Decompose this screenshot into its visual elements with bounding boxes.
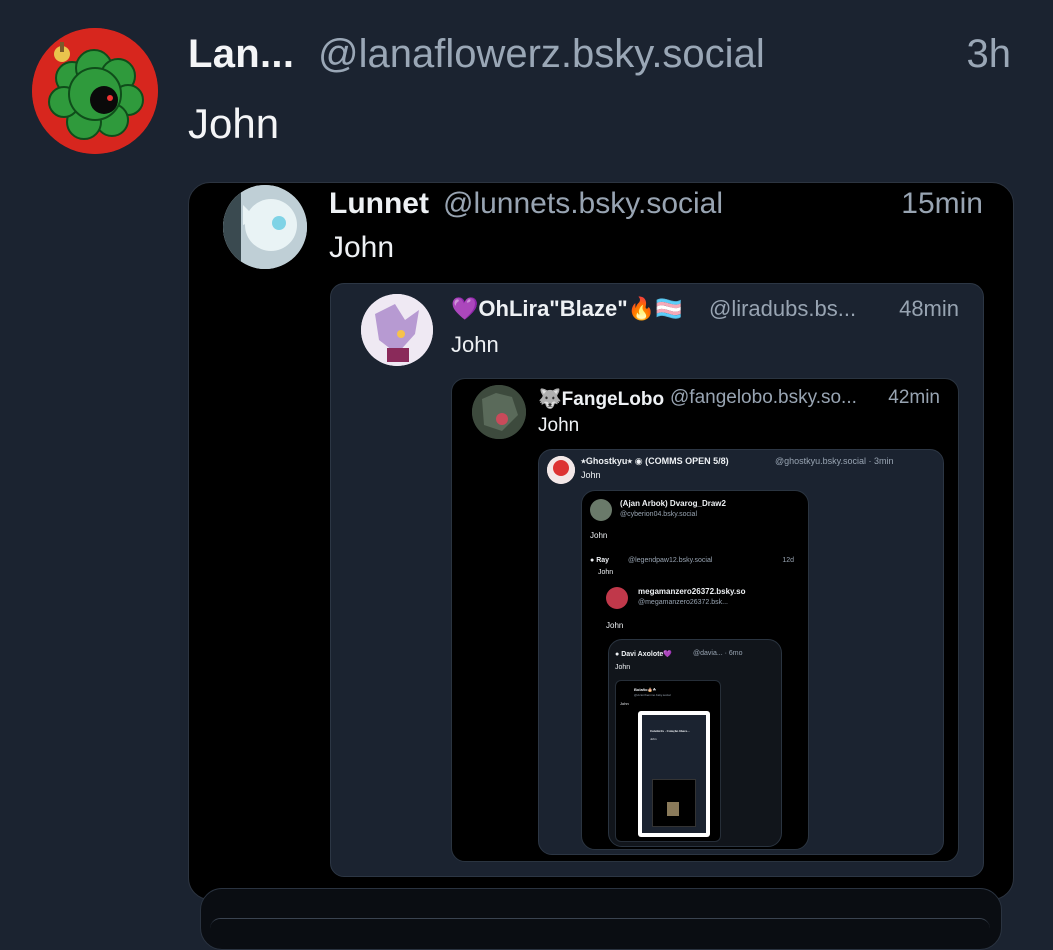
wolf-icon: 🐺 bbox=[538, 389, 562, 410]
quote-author-name: Cutebirds · Coleção libere... bbox=[650, 729, 690, 733]
quote-post-5[interactable]: (Ajan Arbok) Dvarog_Draw2 @cyberion04.bs… bbox=[581, 490, 809, 850]
quote-author-name[interactable]: ● Ray bbox=[590, 557, 609, 564]
quote-author-handle[interactable]: @cyberion04.bsky.social bbox=[620, 511, 697, 518]
quote-post-4[interactable]: ⭑Ghostkyu⭑ ◉ (COMMS OPEN 5/8) @ghostkyu.… bbox=[538, 449, 944, 855]
quote-text: John bbox=[590, 531, 608, 540]
ghost-avatar-icon bbox=[547, 456, 575, 484]
nested-quote bbox=[652, 779, 696, 827]
character-avatar-icon bbox=[223, 185, 307, 269]
quote-text: John bbox=[650, 737, 657, 741]
quote-post-8[interactable]: ● Davi Axolote💜 @davia... · 6mo John Bol… bbox=[608, 639, 782, 847]
quote-author-handle[interactable]: @fangelobo.bsky.so... bbox=[670, 387, 857, 409]
author-name[interactable]: Lan... bbox=[188, 32, 294, 77]
quote-text: John bbox=[620, 701, 629, 706]
green-cloud-creature-avatar-icon bbox=[32, 28, 158, 154]
wolf-avatar-icon bbox=[472, 385, 526, 439]
quote-text: John bbox=[606, 621, 624, 630]
quote-author-handle[interactable]: @legendpaw12.bsky.social bbox=[628, 557, 712, 564]
quote-author-handle[interactable]: @davia... · 6mo bbox=[693, 650, 743, 657]
quote-author-name[interactable]: Bolaño🎂☘ bbox=[634, 687, 656, 692]
post[interactable]: Lan... @lanaflowerz.bsky.social 3h John … bbox=[0, 0, 1053, 950]
quote-author-handle[interactable]: @ghostkyu.bsky.social · 3min bbox=[775, 456, 894, 466]
quote-author-handle[interactable]: @lunnets.bsky.social bbox=[443, 187, 723, 221]
quote-post-3[interactable]: 🐺FangeLobo @fangelobo.bsky.so... 42min J… bbox=[451, 378, 959, 862]
purple-heart-icon: 💜 bbox=[451, 296, 479, 321]
author-handle[interactable]: @lanaflowerz.bsky.social bbox=[318, 32, 765, 77]
quote-post-2[interactable]: 💜OhLira"Blaze"🔥🏳️‍⚧️ @liradubs.bs... 48m… bbox=[330, 283, 984, 877]
quote-author-name[interactable]: Lunnet bbox=[329, 187, 429, 221]
avatar[interactable] bbox=[590, 499, 612, 521]
avatar[interactable] bbox=[606, 587, 628, 609]
avatar[interactable] bbox=[472, 385, 526, 439]
quote-text: John bbox=[451, 332, 499, 357]
post-text: John bbox=[188, 100, 280, 147]
quote-timestamp[interactable]: 48min bbox=[899, 296, 959, 322]
quote-author-name[interactable]: 💜OhLira"Blaze"🔥🏳️‍⚧️ bbox=[451, 296, 682, 322]
avatar[interactable] bbox=[223, 185, 307, 269]
quote-post-1[interactable]: Lunnet @lunnets.bsky.social 15min John 💜… bbox=[188, 182, 1014, 900]
quote-author-name[interactable]: megamanzero26372.bsky.so bbox=[638, 587, 745, 596]
quote-text: John bbox=[598, 569, 614, 576]
divider bbox=[210, 918, 990, 939]
quote-text: John bbox=[329, 231, 395, 264]
nested-screenshot-screen: Cutebirds · Coleção libere... John bbox=[642, 715, 706, 833]
quote-author-handle[interactable]: @megamanzero26372.bsk... bbox=[638, 599, 728, 606]
avatar[interactable] bbox=[547, 456, 575, 484]
quote-timestamp[interactable]: 42min bbox=[888, 387, 940, 409]
quote-text: John bbox=[615, 664, 631, 671]
post-timestamp[interactable]: 3h bbox=[967, 32, 1012, 77]
quote-post-9[interactable]: Bolaño🎂☘ @victorrbemmo.bsky.social John … bbox=[615, 680, 721, 842]
quote-author-name[interactable]: ● Davi Axolote💜 bbox=[615, 650, 672, 658]
quote-author-name[interactable]: (Ajan Arbok) Dvarog_Draw2 bbox=[620, 499, 726, 508]
quote-timestamp[interactable]: 15min bbox=[901, 187, 983, 221]
avatar[interactable] bbox=[361, 294, 433, 366]
quote-text: John bbox=[581, 470, 601, 480]
quote-timestamp[interactable]: 12d bbox=[782, 557, 794, 564]
quote-author-name[interactable]: ⭑Ghostkyu⭑ ◉ (COMMS OPEN 5/8) bbox=[581, 456, 729, 467]
quote-author-handle[interactable]: @victorrbemmo.bsky.social bbox=[634, 693, 671, 697]
nested-image bbox=[667, 802, 679, 816]
quote-author-handle[interactable]: @liradubs.bs... bbox=[709, 296, 856, 322]
avatar[interactable] bbox=[32, 28, 158, 154]
nested-screenshot: Cutebirds · Coleção libere... John bbox=[638, 711, 710, 837]
blaze-character-avatar-icon bbox=[361, 294, 433, 366]
quote-text: John bbox=[538, 415, 580, 436]
fire-trans-flag-icons: 🔥🏳️‍⚧️ bbox=[627, 296, 683, 321]
quote-author-name[interactable]: 🐺FangeLobo bbox=[538, 387, 664, 411]
